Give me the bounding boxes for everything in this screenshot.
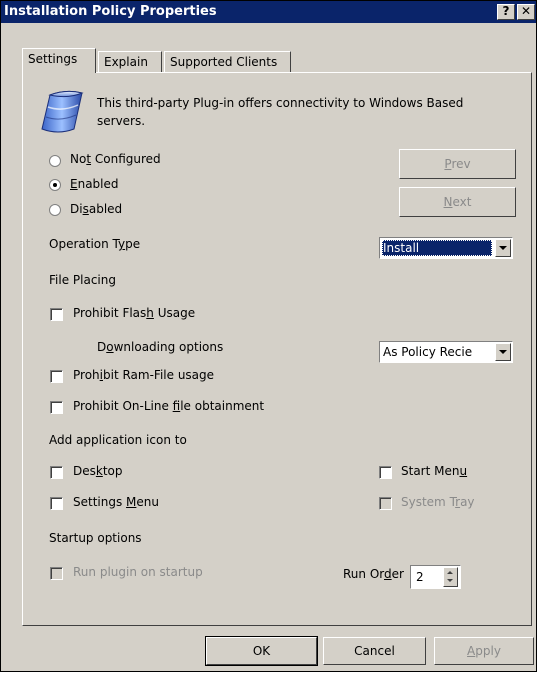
radio-enabled[interactable]	[49, 179, 61, 191]
plugin-server-icon	[36, 85, 91, 136]
run-order-spinner[interactable]	[443, 567, 458, 587]
prev-button[interactable]: Prev	[399, 149, 516, 179]
info-text-line2: servers.	[97, 114, 146, 128]
prohibit-online-checkbox[interactable]	[50, 401, 63, 414]
window-title: Installation Policy Properties	[4, 4, 217, 19]
app-icon-heading: Add application icon to	[49, 433, 187, 447]
cancel-label: Cancel	[354, 644, 395, 658]
settings-menu-checkbox[interactable]	[50, 497, 63, 510]
apply-button[interactable]: Apply	[434, 637, 534, 665]
next-button[interactable]: Next	[399, 187, 516, 217]
tab-supported-clients-label: Supported Clients	[170, 55, 278, 69]
info-text-line1: This third-party Plug-in offers connecti…	[97, 96, 464, 110]
startup-heading: Startup options	[49, 531, 142, 545]
prohibit-flash-label: Prohibit Flash Usage	[73, 306, 196, 320]
tab-settings-label: Settings	[28, 52, 78, 66]
close-button[interactable]: ✕	[517, 4, 535, 20]
cancel-button[interactable]: Cancel	[323, 637, 426, 665]
close-icon: ✕	[520, 4, 532, 18]
file-placing-heading: File Placing	[49, 273, 116, 287]
downloading-options-label: Downloading options	[97, 340, 224, 354]
operation-type-label: Operation Type	[49, 237, 141, 251]
radio-enabled-label: Enabled	[70, 177, 119, 191]
radio-not-configured-label: Not Configured	[70, 152, 161, 166]
help-icon: ?	[502, 4, 510, 18]
system-tray-checkbox[interactable]	[379, 497, 392, 510]
settings-menu-label: Settings Menu	[73, 495, 159, 509]
downloading-options-select[interactable]: As Policy Recie	[379, 341, 513, 363]
run-order-value: 2	[416, 570, 424, 584]
operation-type-value: Install	[382, 240, 492, 256]
run-order-input[interactable]: 2	[410, 565, 461, 589]
radio-enabled-dot	[53, 183, 57, 187]
ok-button[interactable]: OK	[205, 636, 318, 666]
tab-supported-clients[interactable]: Supported Clients	[164, 51, 291, 72]
title-bar: Installation Policy Properties ? ✕	[1, 1, 536, 23]
spin-up-icon[interactable]	[447, 571, 453, 574]
desktop-label: Desktop	[73, 464, 123, 478]
tab-explain-label: Explain	[104, 55, 148, 69]
run-on-startup-label: Run plugin on startup	[73, 565, 203, 579]
start-menu-checkbox[interactable]	[379, 466, 392, 479]
run-on-startup-checkbox[interactable]	[50, 567, 63, 580]
system-tray-label: System Tray	[401, 495, 475, 509]
prohibit-ram-file-label: Prohibit Ram-File usage	[73, 368, 215, 382]
radio-not-configured[interactable]	[49, 155, 61, 167]
radio-disabled-label: Disabled	[70, 202, 123, 216]
operation-type-select[interactable]: Install	[379, 237, 513, 259]
tab-explain[interactable]: Explain	[98, 51, 162, 72]
chevron-down-icon[interactable]	[495, 343, 511, 361]
prohibit-flash-checkbox[interactable]	[50, 308, 63, 321]
run-order-label: Run Order	[343, 567, 404, 581]
start-menu-label: Start Menu	[401, 464, 468, 478]
properties-dialog: Installation Policy Properties ? ✕ Setti…	[0, 0, 537, 672]
tab-settings[interactable]: Settings	[22, 48, 96, 73]
prohibit-online-label: Prohibit On-Line file obtainment	[73, 399, 265, 413]
prohibit-ram-file-checkbox[interactable]	[50, 370, 63, 383]
help-button[interactable]: ?	[497, 4, 515, 20]
ok-label: OK	[252, 644, 271, 658]
downloading-options-value: As Policy Recie	[383, 345, 473, 359]
chevron-down-icon[interactable]	[495, 239, 511, 257]
radio-disabled[interactable]	[49, 204, 61, 216]
spin-down-icon[interactable]	[447, 579, 453, 582]
desktop-checkbox[interactable]	[50, 466, 63, 479]
